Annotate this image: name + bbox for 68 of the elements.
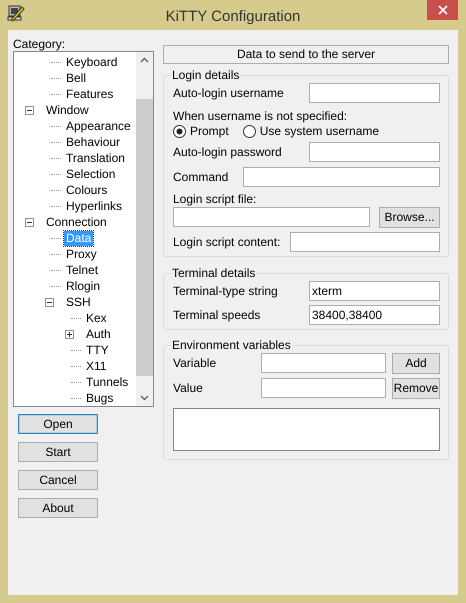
browse-button[interactable]: Browse... xyxy=(379,206,440,228)
tree-item[interactable]: Selection xyxy=(64,166,118,182)
scrollbar[interactable] xyxy=(136,52,153,406)
input-field[interactable] xyxy=(261,353,386,373)
tree-item[interactable]: Behaviour xyxy=(64,134,122,150)
field-label: Login script content: xyxy=(173,235,280,249)
group-title: Terminal details xyxy=(171,266,256,280)
collapse-icon[interactable] xyxy=(45,298,54,306)
field-label: Auto-login username xyxy=(173,86,284,100)
tree-item[interactable]: Hyperlinks xyxy=(64,198,124,214)
radio-button[interactable] xyxy=(242,124,256,138)
tree-item[interactable]: Window xyxy=(44,102,91,118)
add-button[interactable]: Add xyxy=(392,352,440,374)
tree-item[interactable]: Tunnels xyxy=(84,374,130,390)
app-icon xyxy=(7,4,25,22)
close-button[interactable] xyxy=(427,0,458,20)
scroll-up-icon[interactable] xyxy=(140,57,149,63)
tree-item[interactable]: Connection xyxy=(44,214,109,230)
tree-item[interactable]: Features xyxy=(64,86,116,102)
window-title: KiTTY Configuration xyxy=(166,8,300,24)
tree-item[interactable]: Appearance xyxy=(64,118,133,134)
remove-button[interactable]: Remove xyxy=(392,378,440,398)
field-label: Value xyxy=(173,381,203,395)
field-label: Terminal speeds xyxy=(173,308,260,322)
input-field[interactable]: xterm xyxy=(309,281,440,301)
radio-button[interactable] xyxy=(173,124,186,138)
radio-option[interactable]: Prompt xyxy=(173,124,229,138)
input-field[interactable]: 38400,38400 xyxy=(309,305,440,325)
radio-option[interactable]: Use system username xyxy=(242,124,380,138)
collapse-icon[interactable] xyxy=(25,218,34,226)
tree-item[interactable]: Translation xyxy=(64,150,127,166)
scroll-down-icon[interactable] xyxy=(140,395,149,401)
collapse-icon[interactable] xyxy=(25,106,34,114)
input-field[interactable] xyxy=(243,167,440,187)
input-field[interactable] xyxy=(173,207,370,227)
tree-item[interactable]: Bugs xyxy=(84,390,116,406)
tree-item[interactable]: Bell xyxy=(64,70,88,86)
close-icon xyxy=(438,5,448,15)
tree-item[interactable]: Telnet xyxy=(64,262,100,278)
group-title: Login details xyxy=(171,68,240,82)
group-title: Environment variables xyxy=(171,338,292,352)
tree-item[interactable]: Proxy xyxy=(64,246,99,262)
field-label: Auto-login password xyxy=(173,145,282,159)
field-label: When username is not specified: xyxy=(173,108,348,122)
panel-header: Data to send to the server xyxy=(163,45,449,64)
field-label: Variable xyxy=(173,356,216,370)
field-label: Command xyxy=(173,170,228,184)
tree-item[interactable]: Keyboard xyxy=(64,54,120,70)
tree-item[interactable]: X11 xyxy=(84,358,108,374)
tree-item[interactable]: Colours xyxy=(64,182,110,198)
input-field[interactable] xyxy=(309,142,440,162)
input-field[interactable] xyxy=(261,378,386,398)
dialog-button[interactable]: Open xyxy=(18,414,98,434)
dialog-button[interactable]: Start xyxy=(18,442,98,462)
field-label: Login script file: xyxy=(173,192,256,206)
expand-icon[interactable] xyxy=(65,330,74,338)
tree-item[interactable]: TTY xyxy=(84,342,111,358)
input-field[interactable] xyxy=(309,83,440,103)
tree-item[interactable]: SSH xyxy=(64,294,93,310)
dialog-button[interactable]: Cancel xyxy=(18,470,98,490)
tree-item[interactable]: Kex xyxy=(84,310,109,326)
category-label: Category: xyxy=(13,38,66,51)
variables-list[interactable] xyxy=(173,408,440,451)
dialog-button[interactable]: About xyxy=(18,498,98,518)
input-field[interactable] xyxy=(290,232,440,252)
tree-item[interactable]: Rlogin xyxy=(64,278,102,294)
tree-item[interactable]: Auth xyxy=(84,326,113,342)
field-label: Terminal-type string xyxy=(173,284,278,298)
